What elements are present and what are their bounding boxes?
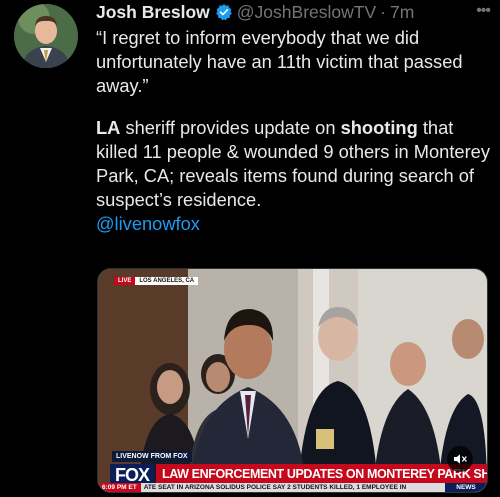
timestamp[interactable]: 7m	[390, 2, 414, 22]
news-ticker: 6:09 PM ET ATE SEAT IN ARIZONA SOLIDUS PO…	[98, 483, 487, 492]
video-player[interactable]: LIVE LOS ANGELES, CA LIVENOW FROM FOX FOX…	[97, 268, 488, 493]
tweet-paragraph: LA sheriff provides update on shooting t…	[96, 116, 492, 212]
bold-la: LA	[96, 117, 121, 138]
headline-banner: LAW ENFORCEMENT UPDATES ON MONTEREY PARK…	[156, 464, 487, 484]
source-label: LIVENOW FROM FOX	[112, 451, 192, 462]
lower-third: LIVENOW FROM FOX FOX LAW ENFORCEMENT UPD…	[98, 451, 487, 492]
tweet-text: “I regret to inform everybody that we di…	[96, 26, 492, 236]
live-label: LIVE	[114, 277, 136, 285]
live-badge: LIVE LOS ANGELES, CA	[114, 277, 199, 285]
mute-icon[interactable]	[447, 446, 473, 472]
ticker-news-label: NEWS	[445, 483, 487, 492]
separator: ·	[380, 2, 386, 22]
mention-link[interactable]: @livenowfox	[96, 212, 492, 236]
quote-text: “I regret to inform everybody that we di…	[96, 27, 463, 96]
text-segment: sheriff provides update on	[120, 117, 341, 138]
verified-badge-icon	[215, 3, 233, 26]
avatar[interactable]	[14, 4, 78, 68]
location-label: LOS ANGELES, CA	[135, 277, 199, 285]
bold-shooting: shooting	[340, 117, 418, 138]
ticker-text: ATE SEAT IN ARIZONA SOLIDUS POLICE SAY 2…	[143, 484, 407, 491]
author-name[interactable]: Josh Breslow	[96, 2, 210, 22]
tweet-header: Josh Breslow @JoshBreslowTV · 7m	[96, 2, 492, 26]
author-handle[interactable]: @JoshBreslowTV	[237, 2, 376, 22]
ticker-time: 6:09 PM ET	[98, 483, 141, 492]
more-options-icon[interactable]: •••	[476, 2, 491, 20]
